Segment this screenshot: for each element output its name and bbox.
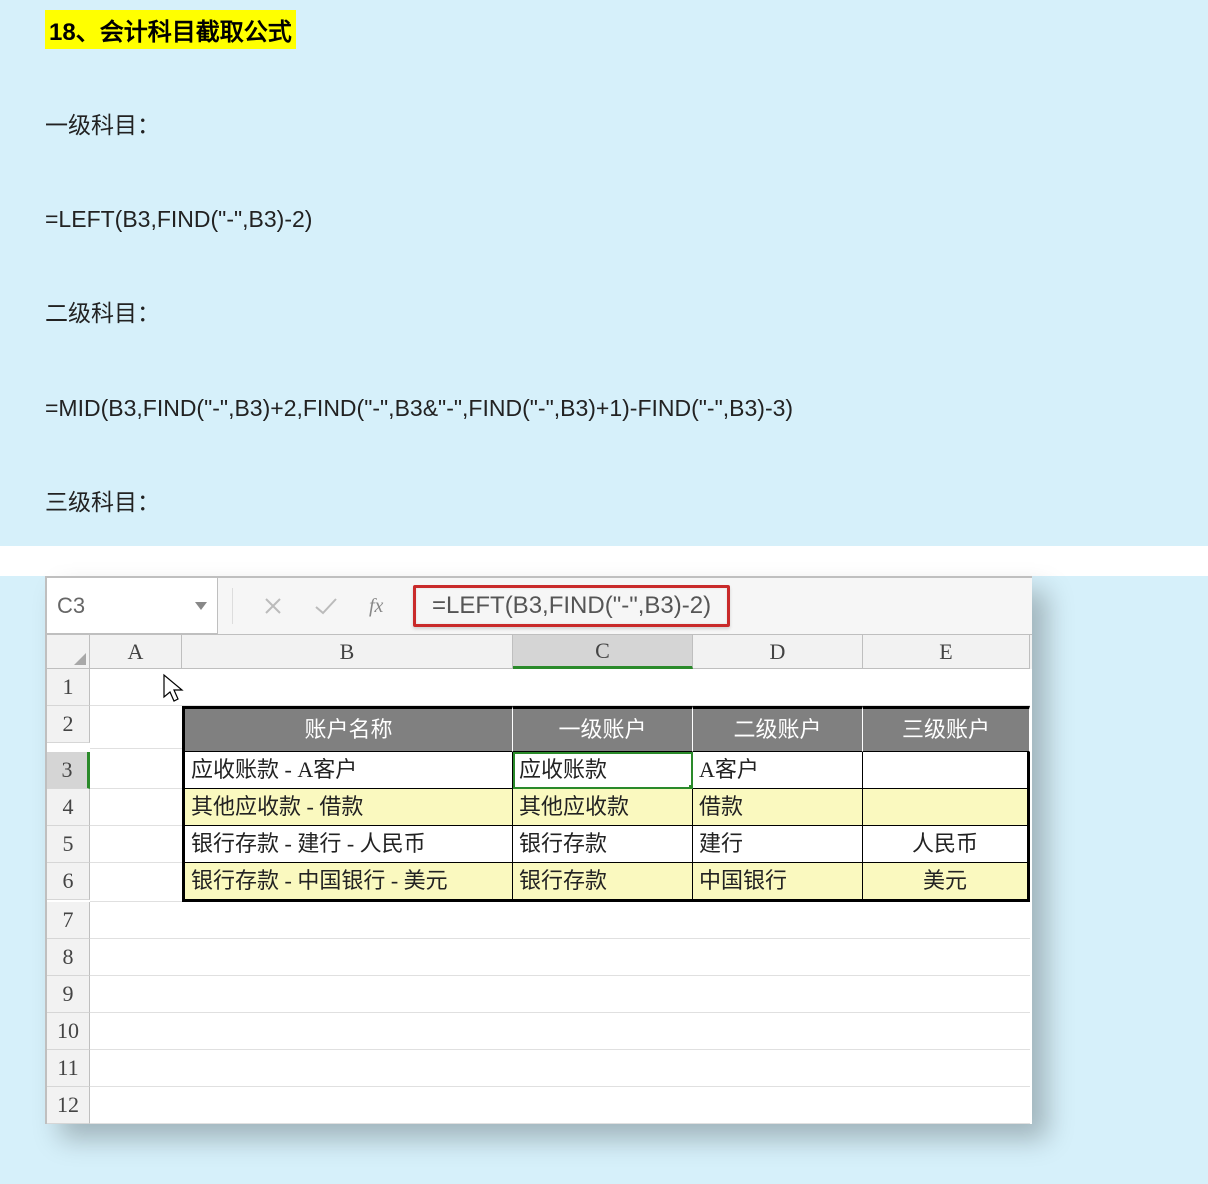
table-cell[interactable]: 其他应收款: [513, 789, 693, 826]
cell[interactable]: [90, 826, 182, 863]
row-header[interactable]: 2: [47, 706, 90, 743]
col-header-A[interactable]: A: [90, 635, 182, 669]
cell[interactable]: [693, 1050, 863, 1087]
table-cell[interactable]: 借款: [693, 789, 863, 826]
row-header[interactable]: 6: [47, 863, 90, 900]
table-header[interactable]: 二级账户: [693, 706, 863, 752]
cell[interactable]: [863, 1013, 1030, 1050]
cell[interactable]: [182, 1013, 513, 1050]
table-cell[interactable]: 其他应收款 - 借款: [182, 789, 513, 826]
cell[interactable]: [693, 976, 863, 1013]
row-header[interactable]: 3: [47, 752, 90, 789]
formula-bar: C3 fx =LEFT(B3,FIND("-",B3)-: [47, 578, 1032, 635]
row-header[interactable]: 1: [47, 669, 90, 706]
cell[interactable]: [182, 976, 513, 1013]
cell[interactable]: [513, 976, 693, 1013]
cell[interactable]: [182, 669, 513, 706]
col-header-E[interactable]: E: [863, 635, 1030, 669]
row-header[interactable]: 4: [47, 789, 90, 826]
cell[interactable]: [693, 1087, 863, 1124]
col-header-C[interactable]: C: [513, 635, 693, 669]
cell[interactable]: [90, 1050, 182, 1087]
table-cell[interactable]: 银行存款: [513, 863, 693, 902]
table-cell[interactable]: 美元: [863, 863, 1030, 902]
table-cell[interactable]: 银行存款: [513, 826, 693, 863]
level3-label: 三级科目：: [45, 486, 1055, 518]
cell[interactable]: [182, 1050, 513, 1087]
table-cell[interactable]: 建行: [693, 826, 863, 863]
cell[interactable]: [90, 863, 182, 902]
fx-icon[interactable]: fx: [369, 594, 395, 618]
row-header[interactable]: 5: [47, 826, 90, 863]
cell[interactable]: [693, 1013, 863, 1050]
name-box[interactable]: C3: [47, 578, 218, 634]
level1-formula: =LEFT(B3,FIND("-",B3)-2): [45, 203, 1055, 235]
cell[interactable]: [182, 1087, 513, 1124]
enter-icon[interactable]: [313, 596, 339, 616]
cell[interactable]: [513, 669, 693, 706]
cell[interactable]: [90, 1013, 182, 1050]
cell[interactable]: [90, 939, 182, 976]
name-box-value: C3: [57, 593, 85, 619]
level2-label: 二级科目：: [45, 297, 1055, 329]
cell[interactable]: [90, 752, 182, 789]
table-cell[interactable]: 银行存款 - 建行 - 人民币: [182, 826, 513, 863]
cell[interactable]: [863, 976, 1030, 1013]
row-header[interactable]: 12: [47, 1087, 90, 1124]
row-header[interactable]: 9: [47, 976, 90, 1013]
table-cell[interactable]: 应收账款: [513, 752, 693, 789]
cell[interactable]: [693, 902, 863, 939]
cell[interactable]: [693, 669, 863, 706]
table-cell[interactable]: [863, 789, 1030, 826]
cell[interactable]: [693, 939, 863, 976]
cell[interactable]: [513, 1013, 693, 1050]
cell[interactable]: [90, 1087, 182, 1124]
col-header-D[interactable]: D: [693, 635, 863, 669]
cell[interactable]: [513, 902, 693, 939]
table-cell[interactable]: 银行存款 - 中国银行 - 美元: [182, 863, 513, 902]
cell[interactable]: [90, 789, 182, 826]
cell[interactable]: [513, 1087, 693, 1124]
grid-body[interactable]: 12 账户名称一级账户二级账户三级账户 3 应收账款 - A客户应收账款A客户 4 其他应…: [47, 669, 1032, 1124]
select-all-corner[interactable]: [47, 635, 90, 669]
cancel-icon[interactable]: [263, 596, 283, 616]
cell[interactable]: [182, 939, 513, 976]
cell[interactable]: [90, 669, 182, 706]
formula-bar-input[interactable]: =LEFT(B3,FIND("-",B3)-2): [413, 585, 730, 627]
cell[interactable]: [90, 976, 182, 1013]
table-cell[interactable]: 人民币: [863, 826, 1030, 863]
chevron-down-icon: [195, 602, 207, 610]
row-header[interactable]: 7: [47, 902, 90, 939]
level2-formula: =MID(B3,FIND("-",B3)+2,FIND("-",B3&"-",F…: [45, 392, 1055, 424]
cell[interactable]: [863, 669, 1030, 706]
table-cell[interactable]: 应收账款 - A客户: [182, 752, 513, 789]
row-header[interactable]: 8: [47, 939, 90, 976]
table-header[interactable]: 一级账户: [513, 706, 693, 752]
section-title: 18、会计科目截取公式: [45, 10, 296, 49]
cell[interactable]: [863, 1087, 1030, 1124]
level1-label: 一级科目：: [45, 109, 1055, 141]
row-header[interactable]: 10: [47, 1013, 90, 1050]
table-cell[interactable]: 中国银行: [693, 863, 863, 902]
cell[interactable]: [863, 902, 1030, 939]
column-headers: A B C D E: [47, 635, 1032, 669]
col-header-B[interactable]: B: [182, 635, 513, 669]
cell[interactable]: [90, 706, 182, 749]
cell[interactable]: [863, 939, 1030, 976]
table-cell[interactable]: [863, 752, 1030, 789]
excel-window: C3 fx =LEFT(B3,FIND("-",B3)-: [45, 576, 1032, 1124]
cell[interactable]: [863, 1050, 1030, 1087]
table-header[interactable]: 账户名称: [182, 706, 513, 752]
svg-text:fx: fx: [369, 595, 384, 617]
table-header[interactable]: 三级账户: [863, 706, 1030, 752]
cell[interactable]: [513, 1050, 693, 1087]
row-header[interactable]: 11: [47, 1050, 90, 1087]
table-cell[interactable]: A客户: [693, 752, 863, 789]
document-body: 18、会计科目截取公式 一级科目： =LEFT(B3,FIND("-",B3)-…: [45, 10, 1055, 612]
cell[interactable]: [90, 902, 182, 939]
cell[interactable]: [513, 939, 693, 976]
cell[interactable]: [182, 902, 513, 939]
